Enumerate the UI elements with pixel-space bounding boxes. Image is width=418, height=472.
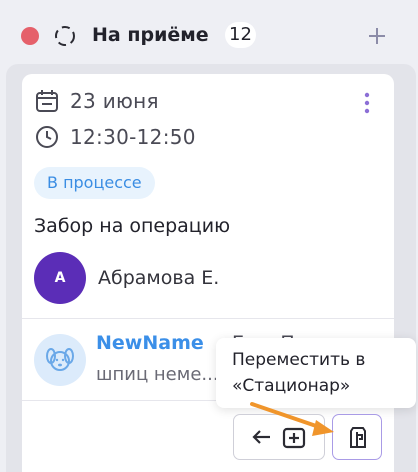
dashed-circle-icon xyxy=(55,26,75,46)
hospital-move-icon xyxy=(350,427,366,448)
dog-icon xyxy=(46,348,74,371)
tooltip: Переместить в «Стационар» xyxy=(216,338,416,408)
status-dot xyxy=(21,27,39,45)
status-badge: В процессе xyxy=(34,167,155,199)
tooltip-line: Переместить в xyxy=(232,350,366,370)
column-title: На приёме xyxy=(92,24,209,46)
column-header: На приёме 12 xyxy=(0,0,418,70)
calendar-icon xyxy=(36,90,58,112)
arrow-left-icon[interactable] xyxy=(248,423,276,451)
pet-name-link[interactable]: NewName xyxy=(96,330,204,356)
clock-icon xyxy=(36,126,58,148)
count-badge: 12 xyxy=(225,22,256,48)
appointment-time: 12:30-12:50 xyxy=(70,125,196,149)
plus-icon[interactable] xyxy=(364,23,390,49)
appointment-date: 23 июня xyxy=(70,89,159,113)
owner-name[interactable]: Абрамова Е. xyxy=(98,264,219,292)
divider xyxy=(22,318,394,319)
card-actions xyxy=(233,414,325,460)
tooltip-line: «Стационар» xyxy=(232,376,351,396)
pet-avatar xyxy=(34,334,86,386)
move-to-hospital-button[interactable] xyxy=(332,414,382,460)
pet-breed: шпиц неме... xyxy=(96,364,219,385)
card-title: Забор на операцию xyxy=(34,215,231,237)
more-vertical-icon[interactable] xyxy=(360,90,374,116)
medical-plus-icon[interactable] xyxy=(280,423,308,451)
avatar: А xyxy=(34,252,86,304)
